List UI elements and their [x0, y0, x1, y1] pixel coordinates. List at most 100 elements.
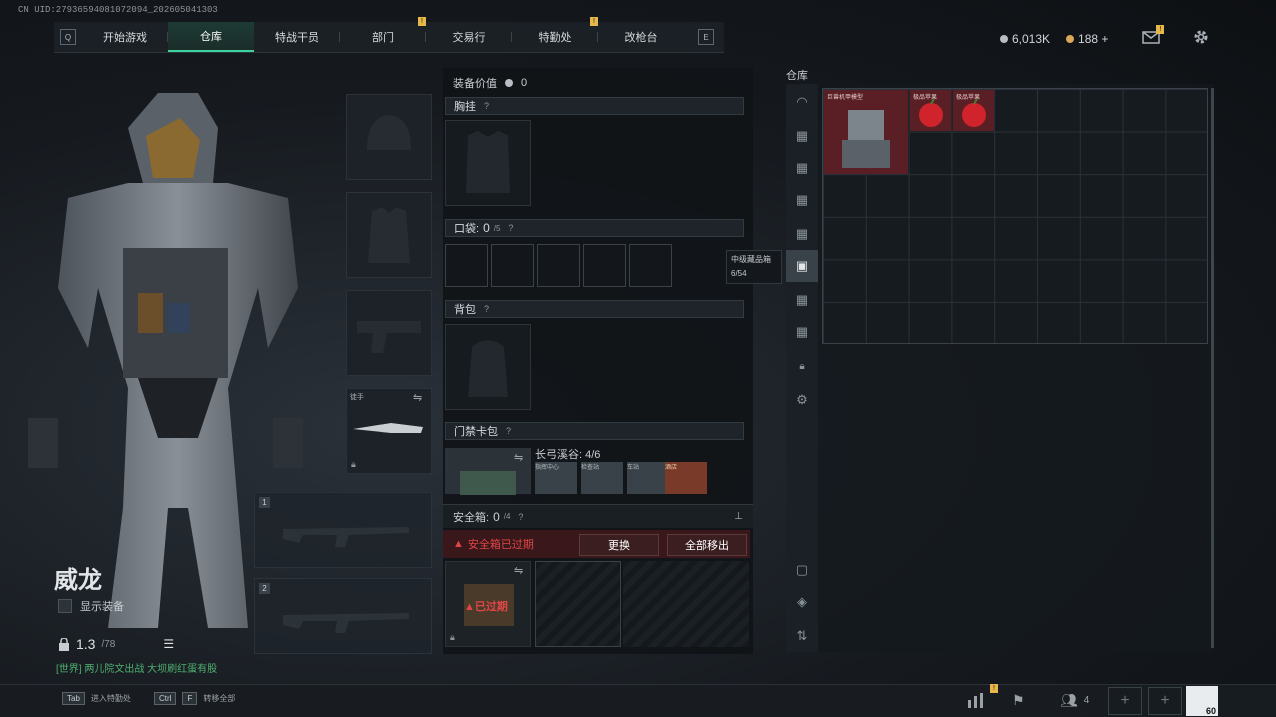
department-badge: !: [418, 17, 426, 26]
warehouse-sort[interactable]: ⇅: [786, 620, 818, 652]
users-icon: 👥︎: [1060, 692, 1078, 708]
operator-name: 威龙: [54, 567, 102, 594]
warehouse-tab-locked[interactable]: 🔒︎: [786, 350, 818, 382]
swap-icon[interactable]: ⇋: [514, 564, 523, 577]
primary-weapon-slot-1[interactable]: 1: [254, 492, 432, 568]
value-coin-icon: [505, 79, 513, 87]
safebox-slot[interactable]: ⇋ ▲已过期 🔒︎: [445, 561, 531, 647]
settings-button[interactable]: [1192, 28, 1210, 49]
enter-special-ops-hint[interactable]: Tab 进入特勤处: [62, 692, 131, 705]
help-icon[interactable]: ?: [506, 426, 511, 436]
invite-slot-button[interactable]: +: [1108, 687, 1142, 715]
backpack-slot[interactable]: [445, 324, 531, 410]
tab-start-game[interactable]: 开始游戏: [82, 22, 168, 52]
keycard-item[interactable]: 酒店: [665, 462, 707, 494]
swap-icon[interactable]: ⇋: [413, 391, 422, 404]
tab-operators[interactable]: 特战干员: [254, 22, 340, 52]
help-icon[interactable]: ?: [484, 304, 489, 314]
help-icon[interactable]: ?: [508, 223, 513, 233]
pocket-slot[interactable]: [537, 244, 580, 287]
profile-icon: ▢: [795, 562, 809, 577]
warehouse-item-apple[interactable]: 极品苹果: [910, 90, 951, 131]
player-level: 60: [1205, 706, 1216, 716]
flag-icon[interactable]: ⚑: [1012, 692, 1025, 709]
move-all-button[interactable]: 全部移出: [667, 534, 747, 556]
keycard-item[interactable]: 车站: [627, 462, 669, 494]
stats-button[interactable]: !: [966, 684, 998, 712]
warehouse-profile[interactable]: ▢: [786, 554, 818, 586]
helmet-category-icon: ◠: [796, 94, 808, 109]
keycard-item[interactable]: 检查站: [581, 462, 623, 494]
pistol-icon: [357, 321, 421, 353]
weight-display: 1.3/78 ☰: [58, 636, 174, 652]
warehouse-layers[interactable]: ◈: [786, 586, 818, 618]
stats-badge: !: [990, 684, 998, 693]
nav-right-key[interactable]: E: [698, 29, 714, 45]
warehouse-tab-3[interactable]: ▦: [786, 152, 818, 184]
tab-gunsmith[interactable]: 改枪台: [598, 22, 684, 52]
warehouse-tab-2[interactable]: ▦: [786, 120, 818, 152]
warehouse-scrollbar[interactable]: [1211, 88, 1214, 648]
add-currency-button[interactable]: +: [1101, 32, 1108, 46]
gear-icon: ⚙: [796, 392, 808, 407]
melee-slot[interactable]: 徒手 ⇋ 🔒︎: [346, 388, 432, 474]
pistol-slot[interactable]: [346, 290, 432, 376]
pocket-slot[interactable]: [629, 244, 672, 287]
helmet-icon: [367, 115, 411, 150]
apple-icon: [919, 98, 943, 127]
armor-slot[interactable]: [346, 192, 432, 278]
help-icon[interactable]: ?: [518, 512, 523, 522]
invite-slot-button[interactable]: +: [1148, 687, 1182, 715]
replace-button[interactable]: 更换: [579, 534, 659, 556]
storage-case-icon: ▦: [795, 292, 809, 307]
show-gear-checkbox[interactable]: [58, 599, 72, 613]
gear-value: 装备价值 0: [453, 77, 528, 90]
swap-icon[interactable]: ⇋: [514, 451, 523, 464]
pocket-slot[interactable]: [491, 244, 534, 287]
keycard-item[interactable]: 指挥中心: [535, 462, 577, 494]
tab-special-ops[interactable]: ! 特勤处: [512, 17, 598, 52]
warehouse-item-apple[interactable]: 极品苹果: [953, 90, 994, 131]
keycard-case-slot[interactable]: ⇋: [445, 448, 531, 495]
safebox-header: 安全箱: 0/4? ⊥: [443, 504, 753, 528]
warehouse-tab-4[interactable]: ▦: [786, 184, 818, 216]
primary-weapon-slot-2[interactable]: 2: [254, 578, 432, 654]
gear-icon: [1194, 30, 1208, 44]
safebox-grid-cell[interactable]: [535, 561, 621, 647]
chest-rig-slot[interactable]: [445, 120, 531, 206]
mail-button[interactable]: !: [1142, 24, 1165, 47]
pin-icon[interactable]: ⊥: [734, 511, 743, 522]
warehouse-grid[interactable]: 巨兽机甲模型 极品苹果 极品苹果: [822, 88, 1208, 344]
squad-button[interactable]: 👥︎ 4: [1060, 692, 1089, 709]
world-chat-line[interactable]: [世界] 两儿院文出战 大坝刷红蛋有股: [56, 660, 217, 675]
warehouse-tab-collection-box[interactable]: ▣: [786, 250, 818, 282]
storage-case-icon: ▦: [795, 324, 809, 339]
currency-bar: 6,013K 188 + !: [1000, 24, 1210, 49]
top-nav: Q 开始游戏 仓库 特战干员 ! 部门 交易行 ! 特勤处 改枪台 E: [54, 17, 724, 53]
player-uid: CN UID:27936594081072094_202605041303: [18, 5, 218, 15]
warehouse-tab-7[interactable]: ▦: [786, 284, 818, 316]
tab-trade[interactable]: 交易行: [426, 22, 512, 52]
pocket-slot[interactable]: [583, 244, 626, 287]
tab-warehouse[interactable]: 仓库: [168, 22, 254, 52]
tab-department[interactable]: ! 部门: [340, 17, 426, 52]
storage-case-icon: ▦: [795, 128, 809, 143]
silver-coin-icon: [1000, 34, 1008, 43]
storage-case-icon: ▦: [795, 192, 809, 207]
transfer-all-hint[interactable]: Ctrl F 转移全部: [154, 692, 235, 705]
list-icon[interactable]: ☰: [163, 637, 174, 651]
warehouse-tab-all[interactable]: ◠: [786, 86, 818, 118]
show-gear-toggle[interactable]: 显示装备: [58, 598, 124, 614]
avatar[interactable]: 60: [1186, 686, 1218, 716]
nav-left-key[interactable]: Q: [60, 29, 76, 45]
pocket-slot[interactable]: [445, 244, 488, 287]
warehouse-item-mech-model[interactable]: 巨兽机甲模型: [824, 90, 908, 174]
warehouse-settings[interactable]: ⚙: [786, 384, 818, 416]
warehouse-tab-5[interactable]: ▦: [786, 218, 818, 250]
help-icon[interactable]: ?: [484, 101, 489, 111]
helmet-slot[interactable]: [346, 94, 432, 180]
warehouse-tab-8[interactable]: ▦: [786, 316, 818, 348]
sort-icon: ⇅: [796, 628, 808, 643]
gold-currency[interactable]: 188 +: [1066, 32, 1108, 46]
warehouse-sidebar: ◠ ▦ ▦ ▦ ▦ ▣ ▦ ▦ 🔒︎ ⚙ ▢ ◈ ⇅: [786, 84, 818, 652]
